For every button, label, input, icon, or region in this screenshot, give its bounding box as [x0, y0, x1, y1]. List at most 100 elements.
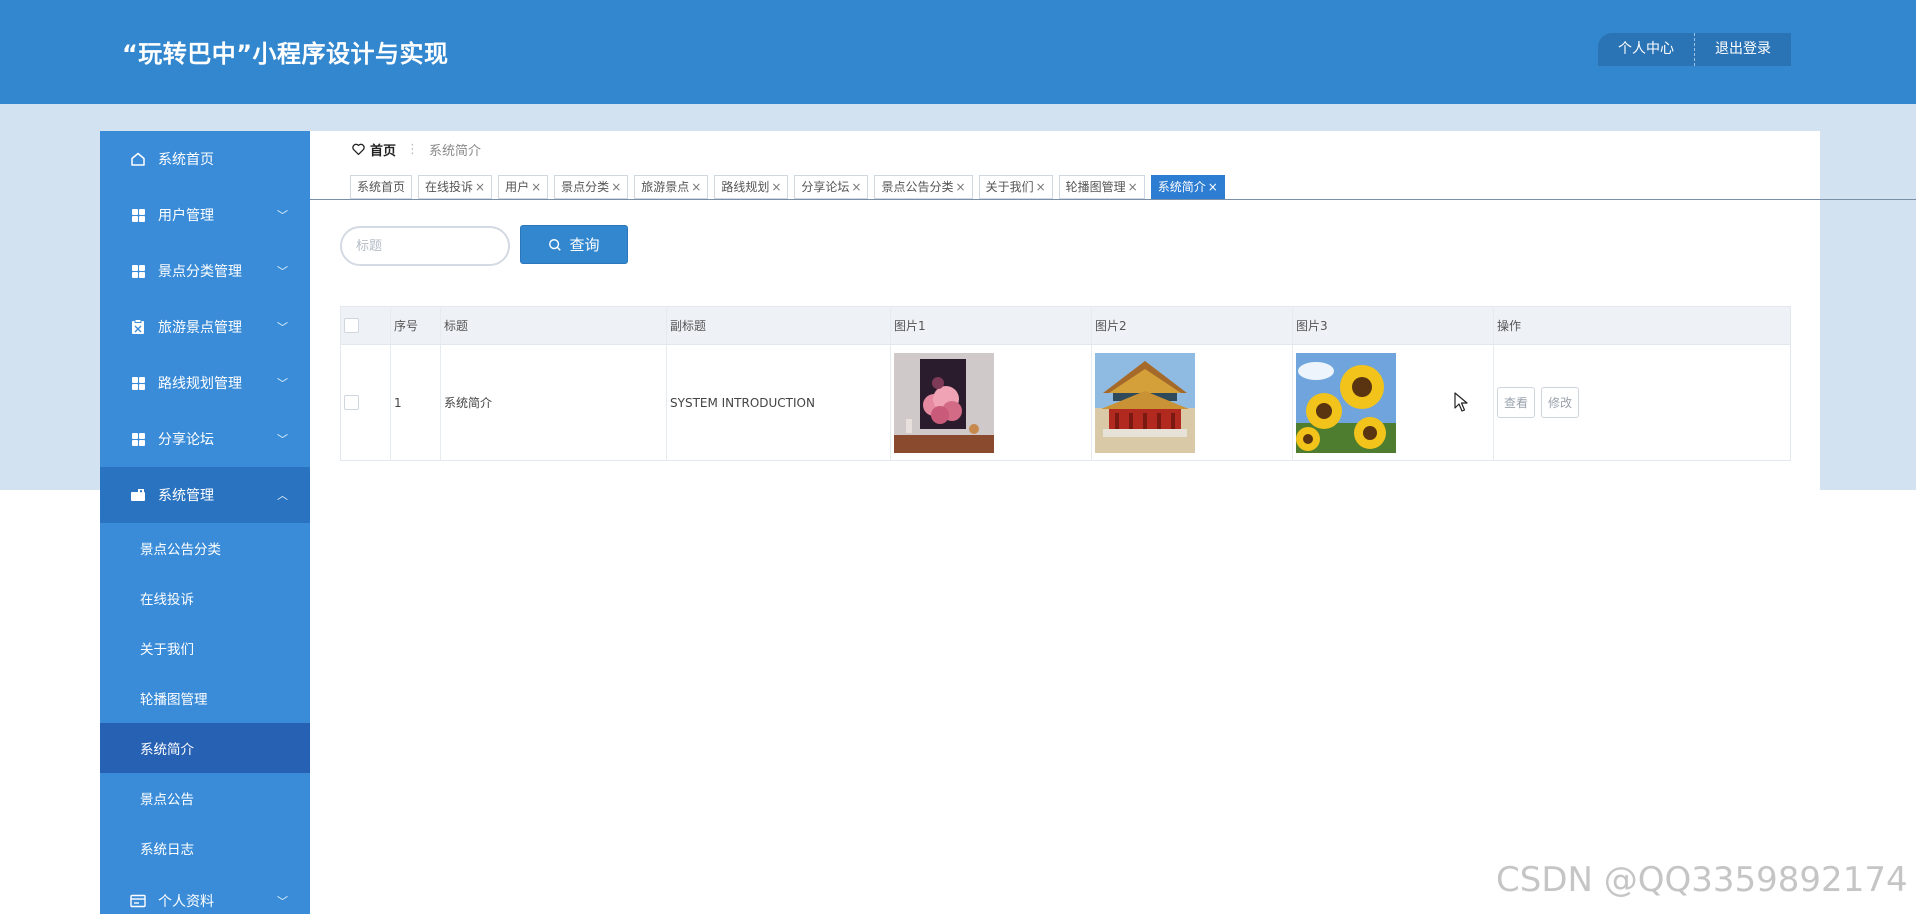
close-icon[interactable]: × [1128, 180, 1138, 194]
tab-label: 在线投诉 [425, 180, 474, 194]
close-icon[interactable]: × [851, 180, 861, 194]
close-icon[interactable]: × [1208, 180, 1218, 194]
grid-icon [130, 263, 146, 279]
search-icon [549, 238, 562, 251]
sunflowers-image[interactable] [1296, 352, 1396, 453]
query-button-label: 查询 [569, 236, 600, 254]
close-icon[interactable]: × [1036, 180, 1046, 194]
sidebar-item-tourist-spot-management[interactable]: 旅游景点管理 ﹀ [100, 299, 310, 355]
query-button[interactable]: 查询 [520, 225, 628, 264]
column-header-title: 标题 [441, 307, 667, 344]
tab-about-us[interactable]: 关于我们 × [978, 175, 1053, 199]
sidebar-item-label: 系统管理 [158, 488, 214, 504]
chevron-down-icon: ﹀ [277, 895, 288, 908]
watermark: CSDN @QQ3359892174 [1496, 860, 1908, 900]
sidebar-subitem-system-intro[interactable]: 系统简介 [100, 723, 310, 773]
sidebar-item-label: 分享论坛 [158, 432, 214, 448]
header-actions: 个人中心 退出登录 [1598, 33, 1791, 66]
logout-button[interactable]: 退出登录 [1695, 33, 1791, 66]
grid-icon [130, 431, 146, 447]
table-row: 1 系统简介 SYSTEM INTRODUCTION 查看 修改 [341, 345, 1790, 460]
chevron-down-icon: ﹀ [277, 321, 288, 334]
edit-button[interactable]: 修改 [1541, 387, 1580, 418]
sidebar-item-share-forum[interactable]: 分享论坛 ﹀ [100, 411, 310, 467]
row-index: 1 [391, 345, 441, 460]
tab-scenic-category[interactable]: 景点分类 × [554, 175, 629, 199]
sidebar-item-user-management[interactable]: 用户管理 ﹀ [100, 187, 310, 243]
close-icon[interactable]: × [691, 180, 701, 194]
profile-center-button[interactable]: 个人中心 [1598, 33, 1695, 66]
tab-carousel[interactable]: 轮播图管理 × [1058, 175, 1145, 199]
imperial-palace-image[interactable] [1095, 352, 1195, 453]
row-title: 系统简介 [441, 345, 667, 460]
breadcrumb-home-link[interactable]: 首页 [370, 140, 396, 159]
heart-icon [352, 143, 365, 155]
tab-label: 关于我们 [985, 180, 1034, 194]
tab-label: 景点分类 [561, 180, 610, 194]
view-button[interactable]: 查看 [1497, 387, 1536, 418]
tab-notice-category[interactable]: 景点公告分类 × [874, 175, 973, 199]
sidebar-item-label: 路线规划管理 [158, 376, 242, 392]
tab-label: 旅游景点 [641, 180, 690, 194]
title-search-input[interactable] [340, 226, 510, 266]
column-header-image3: 图片3 [1293, 307, 1494, 344]
app-header: “玩转巴中”小程序设计与实现 个人中心 退出登录 [0, 0, 1916, 104]
sidebar-item-scenic-category-management[interactable]: 景点分类管理 ﹀ [100, 243, 310, 299]
sidebar-subitem-about-us[interactable]: 关于我们 [100, 623, 310, 673]
grid-icon [130, 375, 146, 391]
close-icon[interactable]: × [771, 180, 781, 194]
sidebar-subitem-system-log[interactable]: 系统日志 [100, 823, 310, 873]
breadcrumb: 首页 ⋮ 系统简介 [352, 138, 481, 160]
close-icon[interactable]: × [611, 180, 621, 194]
tabs: 系统首页 在线投诉 × 用户 × 景点分类 × 旅游景点 × 路线规划 × 分享论坛 × 景… [350, 175, 1231, 199]
close-icon[interactable]: × [531, 180, 541, 194]
column-header-index: 序号 [391, 307, 441, 344]
sidebar-item-label: 用户管理 [158, 208, 214, 224]
tab-online-complaint[interactable]: 在线投诉 × [418, 175, 493, 199]
sidebar-item-personal-info[interactable]: 个人资料 ﹀ [100, 873, 310, 914]
chevron-down-icon: ﹀ [277, 209, 288, 222]
tab-user[interactable]: 用户 × [498, 175, 549, 199]
tab-label: 景点公告分类 [881, 180, 954, 194]
sidebar: 系统首页 用户管理 ﹀ 景点分类管理 ﹀ 旅游景点管理 ﹀ 路线规划管理 ﹀ 分… [100, 131, 310, 914]
sidebar-item-route-planning-management[interactable]: 路线规划管理 ﹀ [100, 355, 310, 411]
briefcase-icon [130, 487, 146, 503]
tab-share-forum[interactable]: 分享论坛 × [794, 175, 869, 199]
sidebar-item-label: 个人资料 [158, 894, 214, 910]
tab-route-planning[interactable]: 路线规划 × [714, 175, 789, 199]
mouse-cursor-icon [1454, 392, 1468, 412]
id-card-icon [130, 893, 146, 909]
sidebar-item-label: 景点分类管理 [158, 264, 242, 280]
table-header: 序号 标题 副标题 图片1 图片2 图片3 操作 [341, 307, 1790, 345]
chevron-up-icon: ︿ [277, 489, 288, 502]
sidebar-item-system-management[interactable]: 系统管理 ︿ [100, 467, 310, 523]
sidebar-subitem-carousel[interactable]: 轮播图管理 [100, 673, 310, 723]
column-header-actions: 操作 [1497, 319, 1522, 333]
tab-system-intro[interactable]: 系统简介 × [1150, 175, 1225, 199]
chevron-down-icon: ﹀ [277, 433, 288, 446]
chevron-down-icon: ﹀ [277, 265, 288, 278]
close-icon[interactable]: × [956, 180, 966, 194]
sidebar-item-label: 旅游景点管理 [158, 320, 242, 336]
select-all-checkbox[interactable] [344, 318, 359, 333]
column-header-subtitle: 副标题 [667, 307, 891, 344]
tab-label: 分享论坛 [801, 180, 850, 194]
clipboard-icon [130, 319, 146, 335]
sidebar-item-system-home[interactable]: 系统首页 [100, 131, 310, 187]
close-icon[interactable]: × [475, 180, 485, 194]
tab-system-home[interactable]: 系统首页 [350, 175, 413, 199]
sidebar-subitem-online-complaint[interactable]: 在线投诉 [100, 573, 310, 623]
app-title: “玩转巴中”小程序设计与实现 [122, 40, 449, 68]
column-header-image2: 图片2 [1092, 307, 1293, 344]
breadcrumb-separator: ⋮ [406, 141, 420, 157]
column-header-image1: 图片1 [891, 307, 1092, 344]
home-icon [130, 151, 146, 167]
tab-tourist-spot[interactable]: 旅游景点 × [634, 175, 709, 199]
row-checkbox[interactable] [344, 395, 359, 410]
breadcrumb-current: 系统简介 [429, 143, 482, 159]
pink-cloud-art-image[interactable] [894, 352, 994, 453]
sidebar-item-label: 系统首页 [158, 152, 214, 168]
tab-label: 路线规划 [721, 180, 770, 194]
sidebar-subitem-notice-category[interactable]: 景点公告分类 [100, 523, 310, 573]
sidebar-subitem-scenic-notice[interactable]: 景点公告 [100, 773, 310, 823]
